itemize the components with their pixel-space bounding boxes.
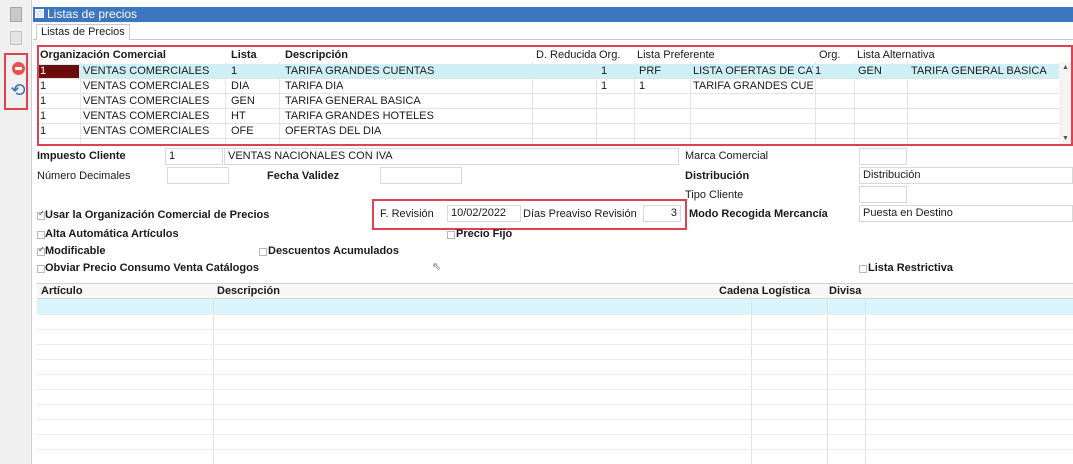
- header-lista-alternativa[interactable]: Lista Alternativa: [857, 49, 935, 61]
- alta-auto-label: Alta Automática Artículos: [45, 228, 179, 240]
- left-toolbar: ⟲: [0, 0, 32, 464]
- marca-label: Marca Comercial: [685, 150, 769, 162]
- alta-auto-checkbox[interactable]: [37, 231, 45, 239]
- table-row[interactable]: 1 VENTAS COMERCIALES HT TARIFA GRANDES H…: [39, 109, 1071, 124]
- tipo-cliente-label: Tipo Cliente: [685, 189, 744, 201]
- window-title: Listas de precios: [47, 7, 138, 21]
- table-row[interactable]: 1 VENTAS COMERCIALES 1 TARIFA GRANDES CU…: [39, 64, 1071, 79]
- header-cadena[interactable]: Cadena Logística: [719, 285, 810, 297]
- num-decimales-label: Número Decimales: [37, 170, 131, 182]
- impuesto-code-field[interactable]: 1: [165, 148, 223, 165]
- modificable-label: Modificable: [45, 245, 106, 257]
- tipo-cliente-field[interactable]: [859, 186, 907, 203]
- price-lists-grid: Organización Comercial Lista Descripción…: [37, 45, 1073, 146]
- cursor-icon: ⇖: [432, 260, 442, 273]
- grid-header: Organización Comercial Lista Descripción…: [39, 47, 1071, 62]
- articles-grid-body[interactable]: [37, 299, 1073, 464]
- table-row[interactable]: 1 VENTAS COMERCIALES GEN TARIFA GENERAL …: [39, 94, 1071, 109]
- distribucion-field[interactable]: Distribución: [859, 167, 1073, 184]
- header-articulo[interactable]: Artículo: [41, 285, 83, 297]
- impuesto-label: Impuesto Cliente: [37, 150, 126, 162]
- distribucion-label: Distribución: [685, 170, 750, 182]
- usar-org-checkbox[interactable]: [37, 209, 45, 220]
- header-descripcion[interactable]: Descripción: [217, 285, 280, 297]
- window-titlebar: Listas de precios: [33, 7, 1073, 22]
- obviar-checkbox[interactable]: [37, 265, 45, 273]
- header-descripcion[interactable]: Descripción: [285, 49, 348, 61]
- descuentos-label: Descuentos Acumulados: [268, 245, 400, 257]
- f-revision-label: F. Revisión: [380, 208, 434, 220]
- precio-fijo-label: Precio Fijo: [456, 228, 513, 240]
- selected-empty-row[interactable]: [37, 299, 1073, 314]
- new-document-icon[interactable]: [8, 30, 24, 46]
- table-row[interactable]: 1 VENTAS COMERCIALES DIA TARIFA DIA 1 1 …: [39, 79, 1071, 94]
- precio-fijo-checkbox[interactable]: [447, 231, 455, 239]
- header-org[interactable]: Organización Comercial: [40, 49, 166, 61]
- impuesto-desc-field: VENTAS NACIONALES CON IVA: [224, 148, 679, 165]
- usar-org-label: Usar la Organización Comercial de Precio…: [45, 209, 270, 221]
- articles-grid-header: Artículo Descripción Cadena Logística Di…: [37, 284, 1073, 299]
- header-divisa[interactable]: Divisa: [829, 285, 861, 297]
- header-lista[interactable]: Lista: [231, 49, 257, 61]
- highlight-tools: ⟲: [4, 53, 28, 110]
- f-revision-field[interactable]: 10/02/2022: [447, 205, 521, 222]
- scroll-down-icon[interactable]: ▼: [1062, 135, 1069, 142]
- document-icon[interactable]: [8, 6, 24, 22]
- marca-code-field[interactable]: [859, 148, 907, 165]
- dias-preaviso-label: Días Preaviso Revisión: [523, 208, 637, 220]
- lista-restrictiva-checkbox[interactable]: [859, 265, 867, 273]
- grid-scrollbar[interactable]: ▲ ▼: [1059, 62, 1071, 144]
- fecha-validez-field[interactable]: [380, 167, 462, 184]
- tabstrip: Listas de Precios: [33, 22, 1073, 40]
- delete-icon[interactable]: [12, 62, 25, 75]
- fecha-validez-label: Fecha Validez: [267, 170, 340, 182]
- window-icon: [35, 9, 44, 18]
- lista-restrictiva-label: Lista Restrictiva: [868, 262, 953, 274]
- detail-form: Impuesto Cliente 1 VENTAS NACIONALES CON…: [37, 147, 1073, 277]
- header-lista-preferente[interactable]: Lista Preferente: [637, 49, 715, 61]
- descuentos-checkbox[interactable]: [259, 248, 267, 256]
- num-decimales-field[interactable]: [167, 167, 229, 184]
- header-org3[interactable]: Org.: [819, 49, 840, 61]
- scroll-up-icon[interactable]: ▲: [1062, 64, 1069, 71]
- table-row[interactable]: 1 VENTAS COMERCIALES OFE OFERTAS DEL DIA: [39, 124, 1071, 139]
- obviar-label: Obviar Precio Consumo Venta Catálogos: [45, 262, 259, 274]
- tab-listas-de-precios[interactable]: Listas de Precios: [36, 24, 130, 40]
- header-org2[interactable]: Org.: [599, 49, 620, 61]
- refresh-icon[interactable]: ⟲: [8, 81, 28, 101]
- header-d-reducida[interactable]: D. Reducida: [536, 49, 597, 61]
- dias-preaviso-field[interactable]: 3: [643, 205, 681, 222]
- modo-recogida-field[interactable]: Puesta en Destino: [859, 205, 1073, 222]
- articles-grid: Artículo Descripción Cadena Logística Di…: [37, 283, 1073, 464]
- modificable-checkbox[interactable]: [37, 245, 45, 256]
- modo-recogida-label: Modo Recogida Mercancía: [689, 208, 828, 220]
